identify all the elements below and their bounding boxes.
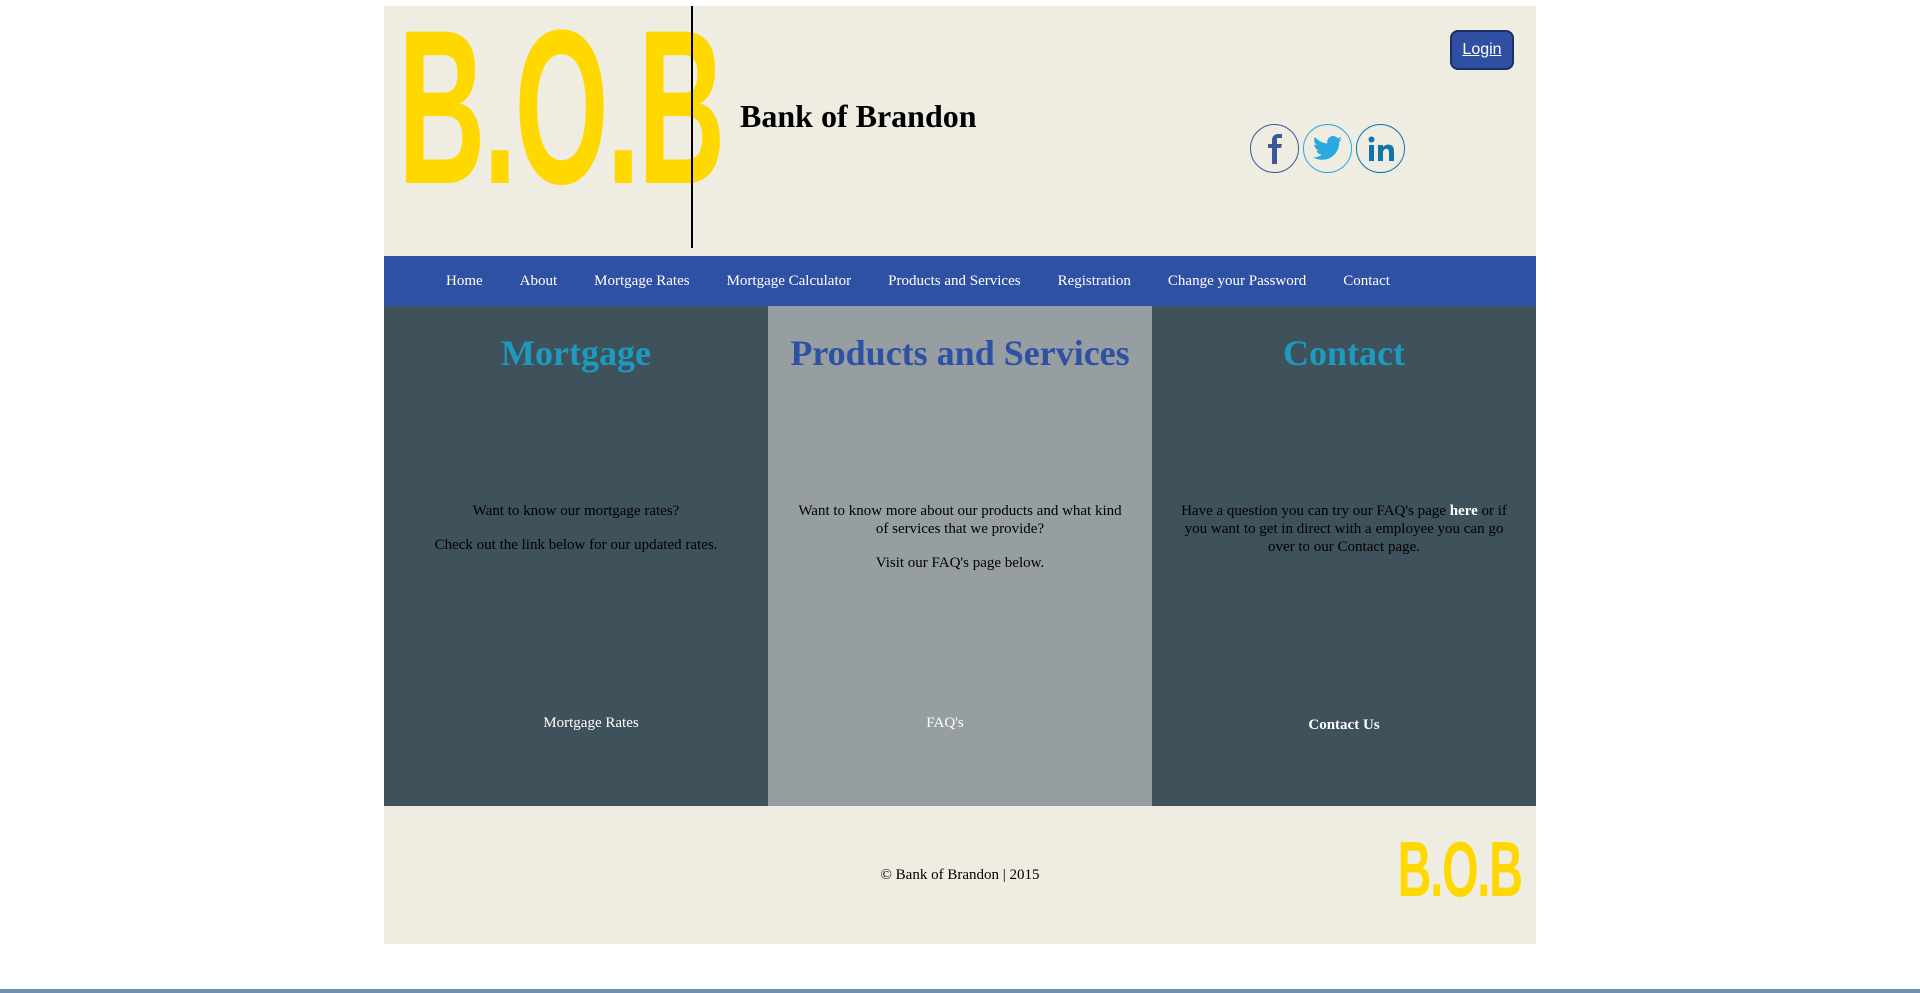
nav-item-contact[interactable]: Contact: [1343, 273, 1390, 290]
products-panel: Products and Services Want to know more …: [768, 306, 1152, 806]
nav-item-products-and-services[interactable]: Products and Services: [888, 273, 1020, 290]
site-title: Bank of Brandon: [740, 98, 977, 134]
header-divider: [691, 6, 693, 248]
products-heading: Products and Services: [790, 333, 1130, 373]
header: B.O.B Bank of Brandon Login: [384, 0, 1536, 256]
social-links: [1250, 124, 1405, 173]
mortgage-body: Want to know our mortgage rates? Check o…: [402, 502, 750, 570]
faq-here-link[interactable]: here: [1450, 503, 1478, 519]
nav-item-mortgage-rates[interactable]: Mortgage Rates: [594, 273, 689, 290]
mortgage-text-2: Check out the link below for our updated…: [434, 537, 718, 553]
faqs-link[interactable]: FAQ's: [738, 715, 1152, 732]
products-body: Want to know more about our products and…: [798, 502, 1122, 588]
contact-body: Have a question you can try our FAQ's pa…: [1170, 502, 1518, 572]
copyright-text: © Bank of Brandon | 2015: [880, 867, 1040, 883]
products-text-1: Want to know more about our products and…: [798, 503, 1122, 537]
mortgage-rates-link[interactable]: Mortgage Rates: [414, 715, 768, 732]
contact-text-1: Have a question you can try our FAQ's pa…: [1181, 503, 1450, 519]
products-text-2: Visit our FAQ's page below.: [875, 555, 1045, 571]
linkedin-icon[interactable]: [1356, 124, 1405, 173]
nav-item-change-password[interactable]: Change your Password: [1168, 273, 1306, 290]
mortgage-panel: Mortgage Want to know our mortgage rates…: [384, 306, 768, 806]
nav-item-mortgage-calculator[interactable]: Mortgage Calculator: [727, 273, 852, 290]
mortgage-heading: Mortgage: [501, 333, 651, 373]
footer-logo: B.O.B: [1397, 825, 1523, 913]
main-nav: Home About Mortgage Rates Mortgage Calcu…: [384, 256, 1536, 306]
content-panels: Mortgage Want to know our mortgage rates…: [384, 306, 1536, 806]
footer: © Bank of Brandon | 2015 B.O.B: [384, 806, 1536, 944]
contact-panel: Contact Have a question you can try our …: [1152, 306, 1536, 806]
nav-item-about[interactable]: About: [520, 273, 558, 290]
nav-item-registration[interactable]: Registration: [1058, 273, 1131, 290]
page: B.O.B Bank of Brandon Login Home About M…: [384, 0, 1536, 944]
login-button[interactable]: Login: [1450, 30, 1514, 70]
facebook-icon[interactable]: [1250, 124, 1299, 173]
twitter-icon[interactable]: [1303, 124, 1352, 173]
contact-heading: Contact: [1283, 333, 1405, 373]
mortgage-text-1: Want to know our mortgage rates?: [472, 503, 680, 519]
bob-logo: B.O.B: [398, 0, 725, 230]
nav-item-home[interactable]: Home: [446, 273, 483, 290]
contact-us-link[interactable]: Contact Us: [1152, 717, 1536, 734]
window-bottom-bar: [0, 989, 1920, 993]
